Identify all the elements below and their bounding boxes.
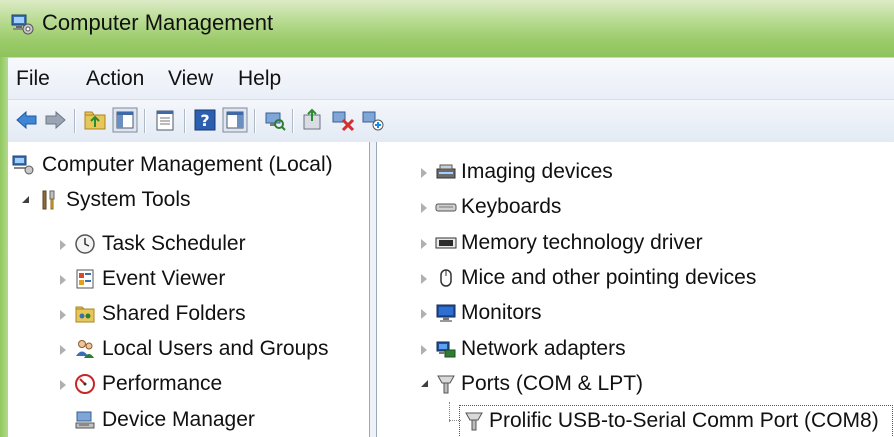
tree-item-performance[interactable]: Performance — [8, 367, 369, 401]
event-viewer-icon — [76, 269, 94, 289]
menu-help[interactable]: Help — [238, 67, 281, 91]
tree-label: Computer Management (Local) — [42, 153, 333, 176]
tree-label: Monitors — [461, 301, 542, 324]
show-hide-tree-icon[interactable] — [112, 107, 138, 133]
device-category-imaging[interactable]: Imaging devices — [377, 155, 894, 189]
up-folder-icon[interactable] — [82, 107, 108, 133]
help-icon[interactable]: ? — [192, 107, 218, 133]
tree-label: Device Manager — [102, 408, 255, 431]
toolbar-separator — [292, 109, 294, 133]
update-driver-icon[interactable] — [300, 107, 326, 133]
focus-rectangle — [459, 405, 893, 437]
tools-icon — [42, 190, 55, 210]
monitor-icon — [436, 304, 456, 322]
device-category-mice[interactable]: Mice and other pointing devices — [377, 261, 894, 295]
users-icon — [76, 340, 94, 358]
collapsed-arrow-icon[interactable] — [421, 345, 427, 355]
expanded-arrow-icon[interactable] — [421, 380, 428, 387]
toolbar-separator — [74, 109, 76, 133]
tree-label: Local Users and Groups — [102, 337, 329, 360]
window-frame-left — [0, 57, 8, 437]
tree-label: Keyboards — [461, 195, 562, 218]
menu-view[interactable]: View — [168, 67, 213, 91]
collapsed-arrow-icon[interactable] — [421, 309, 427, 319]
forward-arrow-icon[interactable] — [42, 107, 68, 133]
tree-item-device-manager[interactable]: Device Manager — [8, 403, 369, 437]
collapsed-arrow-icon[interactable] — [60, 275, 66, 285]
menu-bar: File Action View Help — [8, 57, 894, 100]
toolbar-separator — [144, 109, 146, 133]
performance-icon — [75, 374, 95, 394]
svg-text:?: ? — [200, 111, 209, 130]
navigation-tree-pane: Computer Management (Local) System Tools… — [8, 142, 370, 437]
toolbar: ? — [8, 99, 894, 143]
tree-label: Performance — [102, 372, 223, 395]
imaging-device-icon — [436, 164, 456, 179]
tree-label: Task Scheduler — [102, 232, 246, 255]
disable-device-icon[interactable] — [360, 107, 386, 133]
collapsed-arrow-icon[interactable] — [421, 168, 427, 178]
back-arrow-icon[interactable] — [14, 107, 40, 133]
tree-label: Mice and other pointing devices — [461, 266, 757, 289]
keyboard-icon — [435, 203, 457, 212]
scan-hardware-icon[interactable] — [262, 107, 288, 133]
pane-splitter[interactable] — [370, 142, 377, 437]
device-manager-icon — [75, 411, 95, 429]
tree-label: Network adapters — [461, 337, 626, 360]
expanded-arrow-icon[interactable] — [22, 196, 29, 203]
tree-item-local-users-groups[interactable]: Local Users and Groups — [8, 332, 369, 366]
shared-folders-icon — [75, 306, 95, 323]
tree-label: Memory technology driver — [461, 231, 703, 254]
device-category-ports[interactable]: Ports (COM & LPT) — [377, 367, 894, 401]
device-category-monitors[interactable]: Monitors — [377, 296, 894, 330]
toolbar-separator — [184, 109, 186, 133]
tree-item-event-viewer[interactable]: Event Viewer — [8, 262, 369, 296]
tree-item-task-scheduler[interactable]: Task Scheduler — [8, 227, 369, 261]
tree-item-shared-folders[interactable]: Shared Folders — [8, 297, 369, 331]
properties-icon[interactable] — [152, 107, 178, 133]
computer-management-icon — [11, 14, 34, 35]
menu-file[interactable]: File — [16, 67, 50, 91]
clock-icon — [75, 234, 95, 254]
device-category-memory-technology[interactable]: Memory technology driver — [377, 226, 894, 260]
uninstall-device-icon[interactable] — [330, 107, 356, 133]
collapsed-arrow-icon[interactable] — [421, 239, 427, 249]
toolbar-separator — [254, 109, 256, 133]
computer-management-window: Computer Management File Action View Hel… — [0, 0, 894, 437]
device-prolific-usb-serial[interactable]: Prolific USB-to-Serial Comm Port (COM8) — [377, 404, 894, 437]
device-category-keyboards[interactable]: Keyboards — [377, 190, 894, 224]
collapsed-arrow-icon[interactable] — [421, 203, 427, 213]
network-adapter-icon — [436, 341, 456, 358]
collapsed-arrow-icon[interactable] — [60, 240, 66, 250]
device-category-network-adapters[interactable]: Network adapters — [377, 332, 894, 366]
window-title: Computer Management — [42, 10, 274, 35]
port-icon — [437, 375, 455, 394]
computer-management-icon — [12, 155, 34, 175]
mouse-icon — [440, 269, 452, 287]
tree-label: Shared Folders — [102, 302, 246, 325]
tree-label: Event Viewer — [102, 267, 226, 290]
collapsed-arrow-icon[interactable] — [60, 380, 66, 390]
memory-icon — [435, 237, 457, 249]
tree-label: Imaging devices — [461, 160, 613, 183]
collapsed-arrow-icon[interactable] — [421, 274, 427, 284]
show-hide-action-pane-icon[interactable] — [222, 107, 248, 133]
collapsed-arrow-icon[interactable] — [60, 310, 66, 320]
tree-item-computer-management[interactable]: Computer Management (Local) — [8, 148, 369, 182]
tree-label: System Tools — [66, 188, 191, 211]
tree-label: Ports (COM & LPT) — [461, 372, 644, 395]
collapsed-arrow-icon[interactable] — [60, 345, 66, 355]
menu-action[interactable]: Action — [86, 67, 144, 91]
device-tree-pane: Imaging devices Keyboards Memory technol… — [377, 142, 894, 437]
tree-item-system-tools[interactable]: System Tools — [8, 183, 369, 217]
title-bar[interactable]: Computer Management — [0, 0, 894, 57]
